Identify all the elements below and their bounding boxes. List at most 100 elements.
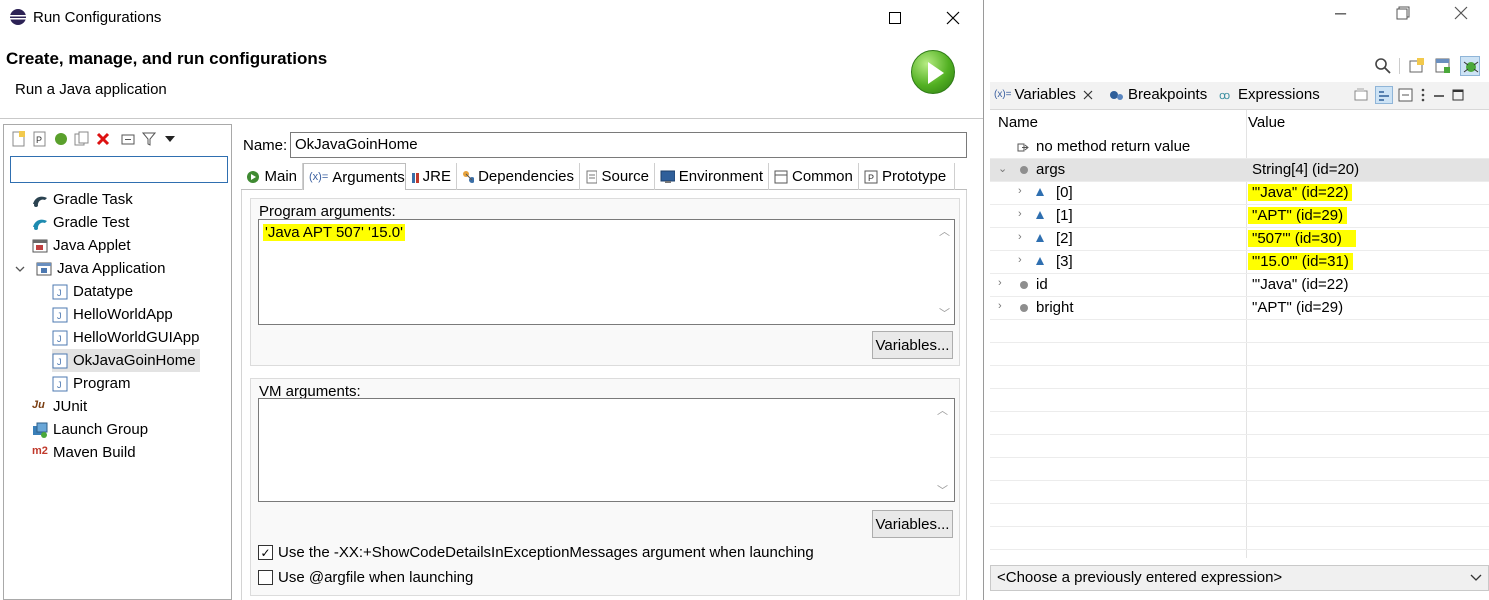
column-header-name[interactable]: Name xyxy=(998,114,1038,131)
chevron-right-icon[interactable]: › xyxy=(1018,231,1022,243)
tree-item-java-applet[interactable]: Java Applet xyxy=(32,234,131,257)
array-element-icon xyxy=(1036,234,1044,242)
expression-combo-value: <Choose a previously entered expression> xyxy=(997,569,1283,586)
close-icon[interactable] xyxy=(1454,6,1468,20)
svg-text:J: J xyxy=(57,357,62,367)
chevron-right-icon[interactable]: › xyxy=(998,300,1002,312)
view-menu-icon[interactable] xyxy=(1419,87,1427,103)
tab-main[interactable]: Main xyxy=(241,163,303,190)
table-row xyxy=(990,504,1489,527)
restore-icon[interactable] xyxy=(1396,6,1410,20)
tree-item-okjavagoinhome[interactable]: J OkJavaGoinHome xyxy=(52,349,200,372)
delete-icon[interactable] xyxy=(94,130,112,148)
debug-perspective-icon[interactable] xyxy=(1460,56,1480,76)
scroll-up-icon[interactable]: ︿ xyxy=(937,402,955,418)
open-perspective-icon[interactable] xyxy=(1408,57,1426,75)
tree-toolbar: P xyxy=(4,125,231,153)
column-header-value[interactable]: Value xyxy=(1248,114,1285,131)
chevron-right-icon[interactable]: › xyxy=(1018,185,1022,197)
search-icon[interactable] xyxy=(1375,58,1391,74)
java-file-icon: J xyxy=(52,353,68,368)
new-prototype-icon[interactable]: P xyxy=(31,130,49,148)
table-row xyxy=(990,389,1489,412)
tab-environment[interactable]: Environment xyxy=(655,163,769,190)
java-perspective-icon[interactable] xyxy=(1434,57,1452,75)
table-row[interactable]: › [2] "507'" (id=30) xyxy=(990,228,1489,251)
minimize-view-icon[interactable] xyxy=(1432,88,1446,102)
scroll-down-icon[interactable]: ﹀ xyxy=(937,482,955,498)
collapse-all-icon[interactable] xyxy=(119,130,137,148)
tree-item-java-application[interactable]: Java Application xyxy=(14,257,165,280)
duplicate-icon[interactable] xyxy=(73,130,91,148)
new-config-icon[interactable] xyxy=(10,130,28,148)
tree-item-junit[interactable]: Ju JUnit xyxy=(32,395,87,418)
tree-item-program[interactable]: J Program xyxy=(52,372,131,395)
name-field[interactable]: OkJavaGoinHome xyxy=(290,132,967,158)
launch-group-icon xyxy=(33,422,48,438)
scroll-down-icon[interactable]: ﹀ xyxy=(939,305,950,321)
minimize-icon[interactable]: – xyxy=(1335,2,1346,25)
filter-input[interactable] xyxy=(10,156,228,183)
tab-label: Arguments xyxy=(332,168,405,186)
tab-arguments[interactable]: (x)= Arguments xyxy=(303,163,406,191)
chevron-down-icon[interactable] xyxy=(14,261,30,277)
variable-name: [0] xyxy=(1056,184,1073,201)
chevron-down-icon[interactable] xyxy=(1470,574,1482,582)
vm-arguments-textarea[interactable] xyxy=(258,398,955,502)
table-row xyxy=(990,458,1489,481)
chevron-down-icon[interactable]: ⌄ xyxy=(998,162,1007,175)
maximize-button[interactable] xyxy=(866,0,924,36)
table-row[interactable]: › [3] "'15.0'" (id=31) xyxy=(990,251,1489,274)
svg-text:J: J xyxy=(57,288,62,298)
tab-label: Expressions xyxy=(1238,86,1320,103)
tab-expressions[interactable]: ꝏ Expressions xyxy=(1219,86,1320,103)
close-icon[interactable] xyxy=(1083,90,1093,100)
table-row[interactable]: ⌄ args String[4] (id=20) xyxy=(990,159,1489,182)
program-arguments-textarea[interactable]: 'Java APT 507' '15.0' ︿ ﹀ xyxy=(258,219,955,325)
collapse-all-icon[interactable] xyxy=(1398,87,1414,103)
arguments-tab-panel: Program arguments: 'Java APT 507' '15.0'… xyxy=(241,190,967,600)
eclipse-debug-area: – (x)= Variables Breakpoints ꝏ Expressio… xyxy=(985,0,1489,600)
tree-item-helloworldapp[interactable]: J HelloWorldApp xyxy=(52,303,173,326)
chevron-right-icon[interactable]: › xyxy=(1018,208,1022,220)
svg-text:J: J xyxy=(57,380,62,390)
chevron-right-icon[interactable]: › xyxy=(1018,254,1022,266)
table-row[interactable]: › id "'Java" (id=22) xyxy=(990,274,1489,297)
scroll-up-icon[interactable]: ︿ xyxy=(939,223,950,239)
show-logical-structure-icon[interactable] xyxy=(1375,86,1393,104)
argfile-checkbox[interactable]: Use @argfile when launching xyxy=(258,569,473,586)
tree-item-gradle-task[interactable]: Gradle Task xyxy=(32,188,133,211)
tree-item-launch-group[interactable]: Launch Group xyxy=(32,418,148,441)
tree-item-datatype[interactable]: J Datatype xyxy=(52,280,133,303)
tab-dependencies[interactable]: Dependencies xyxy=(457,163,580,190)
tree-item-helloworldguiapp[interactable]: J HelloWorldGUIApp xyxy=(52,326,199,349)
table-row[interactable]: › [0] "'Java" (id=22) xyxy=(990,182,1489,205)
show-code-details-checkbox[interactable]: ✓ Use the -XX:+ShowCodeDetailsInExceptio… xyxy=(258,544,814,561)
chevron-down-icon[interactable] xyxy=(161,130,179,148)
checkbox-unchecked-icon[interactable] xyxy=(258,570,273,585)
maximize-view-icon[interactable] xyxy=(1451,88,1465,102)
tree-item-maven-build[interactable]: m2 Maven Build xyxy=(32,441,136,464)
show-type-names-icon[interactable] xyxy=(1354,87,1370,103)
variables-button[interactable]: Variables... xyxy=(872,331,953,359)
expression-combo[interactable]: <Choose a previously entered expression> xyxy=(990,565,1489,591)
vm-arguments-group: VM arguments: ︿ ﹀ Variables... ✓ Use the… xyxy=(250,378,960,596)
export-icon[interactable] xyxy=(52,130,70,148)
checkbox-checked-icon[interactable]: ✓ xyxy=(258,545,273,560)
filter-icon[interactable] xyxy=(140,130,158,148)
tab-prototype[interactable]: P Prototype xyxy=(859,163,955,190)
tab-variables[interactable]: (x)= Variables xyxy=(994,86,1093,103)
table-row[interactable]: › [1] "APT" (id=29) xyxy=(990,205,1489,228)
tree-item-gradle-test[interactable]: Gradle Test xyxy=(32,211,129,234)
window-title: Run Configurations xyxy=(33,9,162,26)
tab-source[interactable]: Source xyxy=(580,163,655,190)
table-row[interactable]: no method return value xyxy=(990,136,1489,159)
java-file-icon: J xyxy=(52,284,68,299)
tab-jre[interactable]: JRE xyxy=(406,163,457,190)
variables-button[interactable]: Variables... xyxy=(872,510,953,538)
tab-breakpoints[interactable]: Breakpoints xyxy=(1109,86,1207,103)
tab-common[interactable]: Common xyxy=(769,163,859,190)
close-button[interactable] xyxy=(924,0,982,36)
table-row[interactable]: › bright "APT" (id=29) xyxy=(990,297,1489,320)
chevron-right-icon[interactable]: › xyxy=(998,277,1002,289)
